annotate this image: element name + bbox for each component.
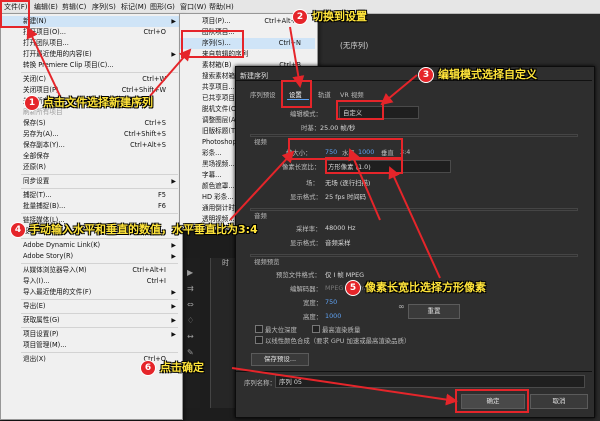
step-2-badge: 2: [292, 9, 308, 25]
step-2-text: 切换到设置: [312, 10, 367, 23]
annotation-arrows: [26, 26, 458, 406]
step-3-text: 编辑模式选择自定义: [438, 68, 537, 81]
step-5-badge: 5: [345, 280, 361, 296]
step-6-badge: 6: [140, 360, 156, 376]
step-1-text: 点击文件选择新建序列: [43, 96, 153, 109]
step-3-badge: 3: [418, 67, 434, 83]
step-1-badge: 1: [24, 95, 40, 111]
step-4-text: 手动输入水平和垂直的数值，水平垂直比为3:4: [29, 223, 258, 236]
step-6-text: 点击确定: [160, 361, 204, 374]
step-5-text: 像素长宽比选择方形像素: [365, 281, 486, 294]
step-4-badge: 4: [10, 222, 26, 238]
